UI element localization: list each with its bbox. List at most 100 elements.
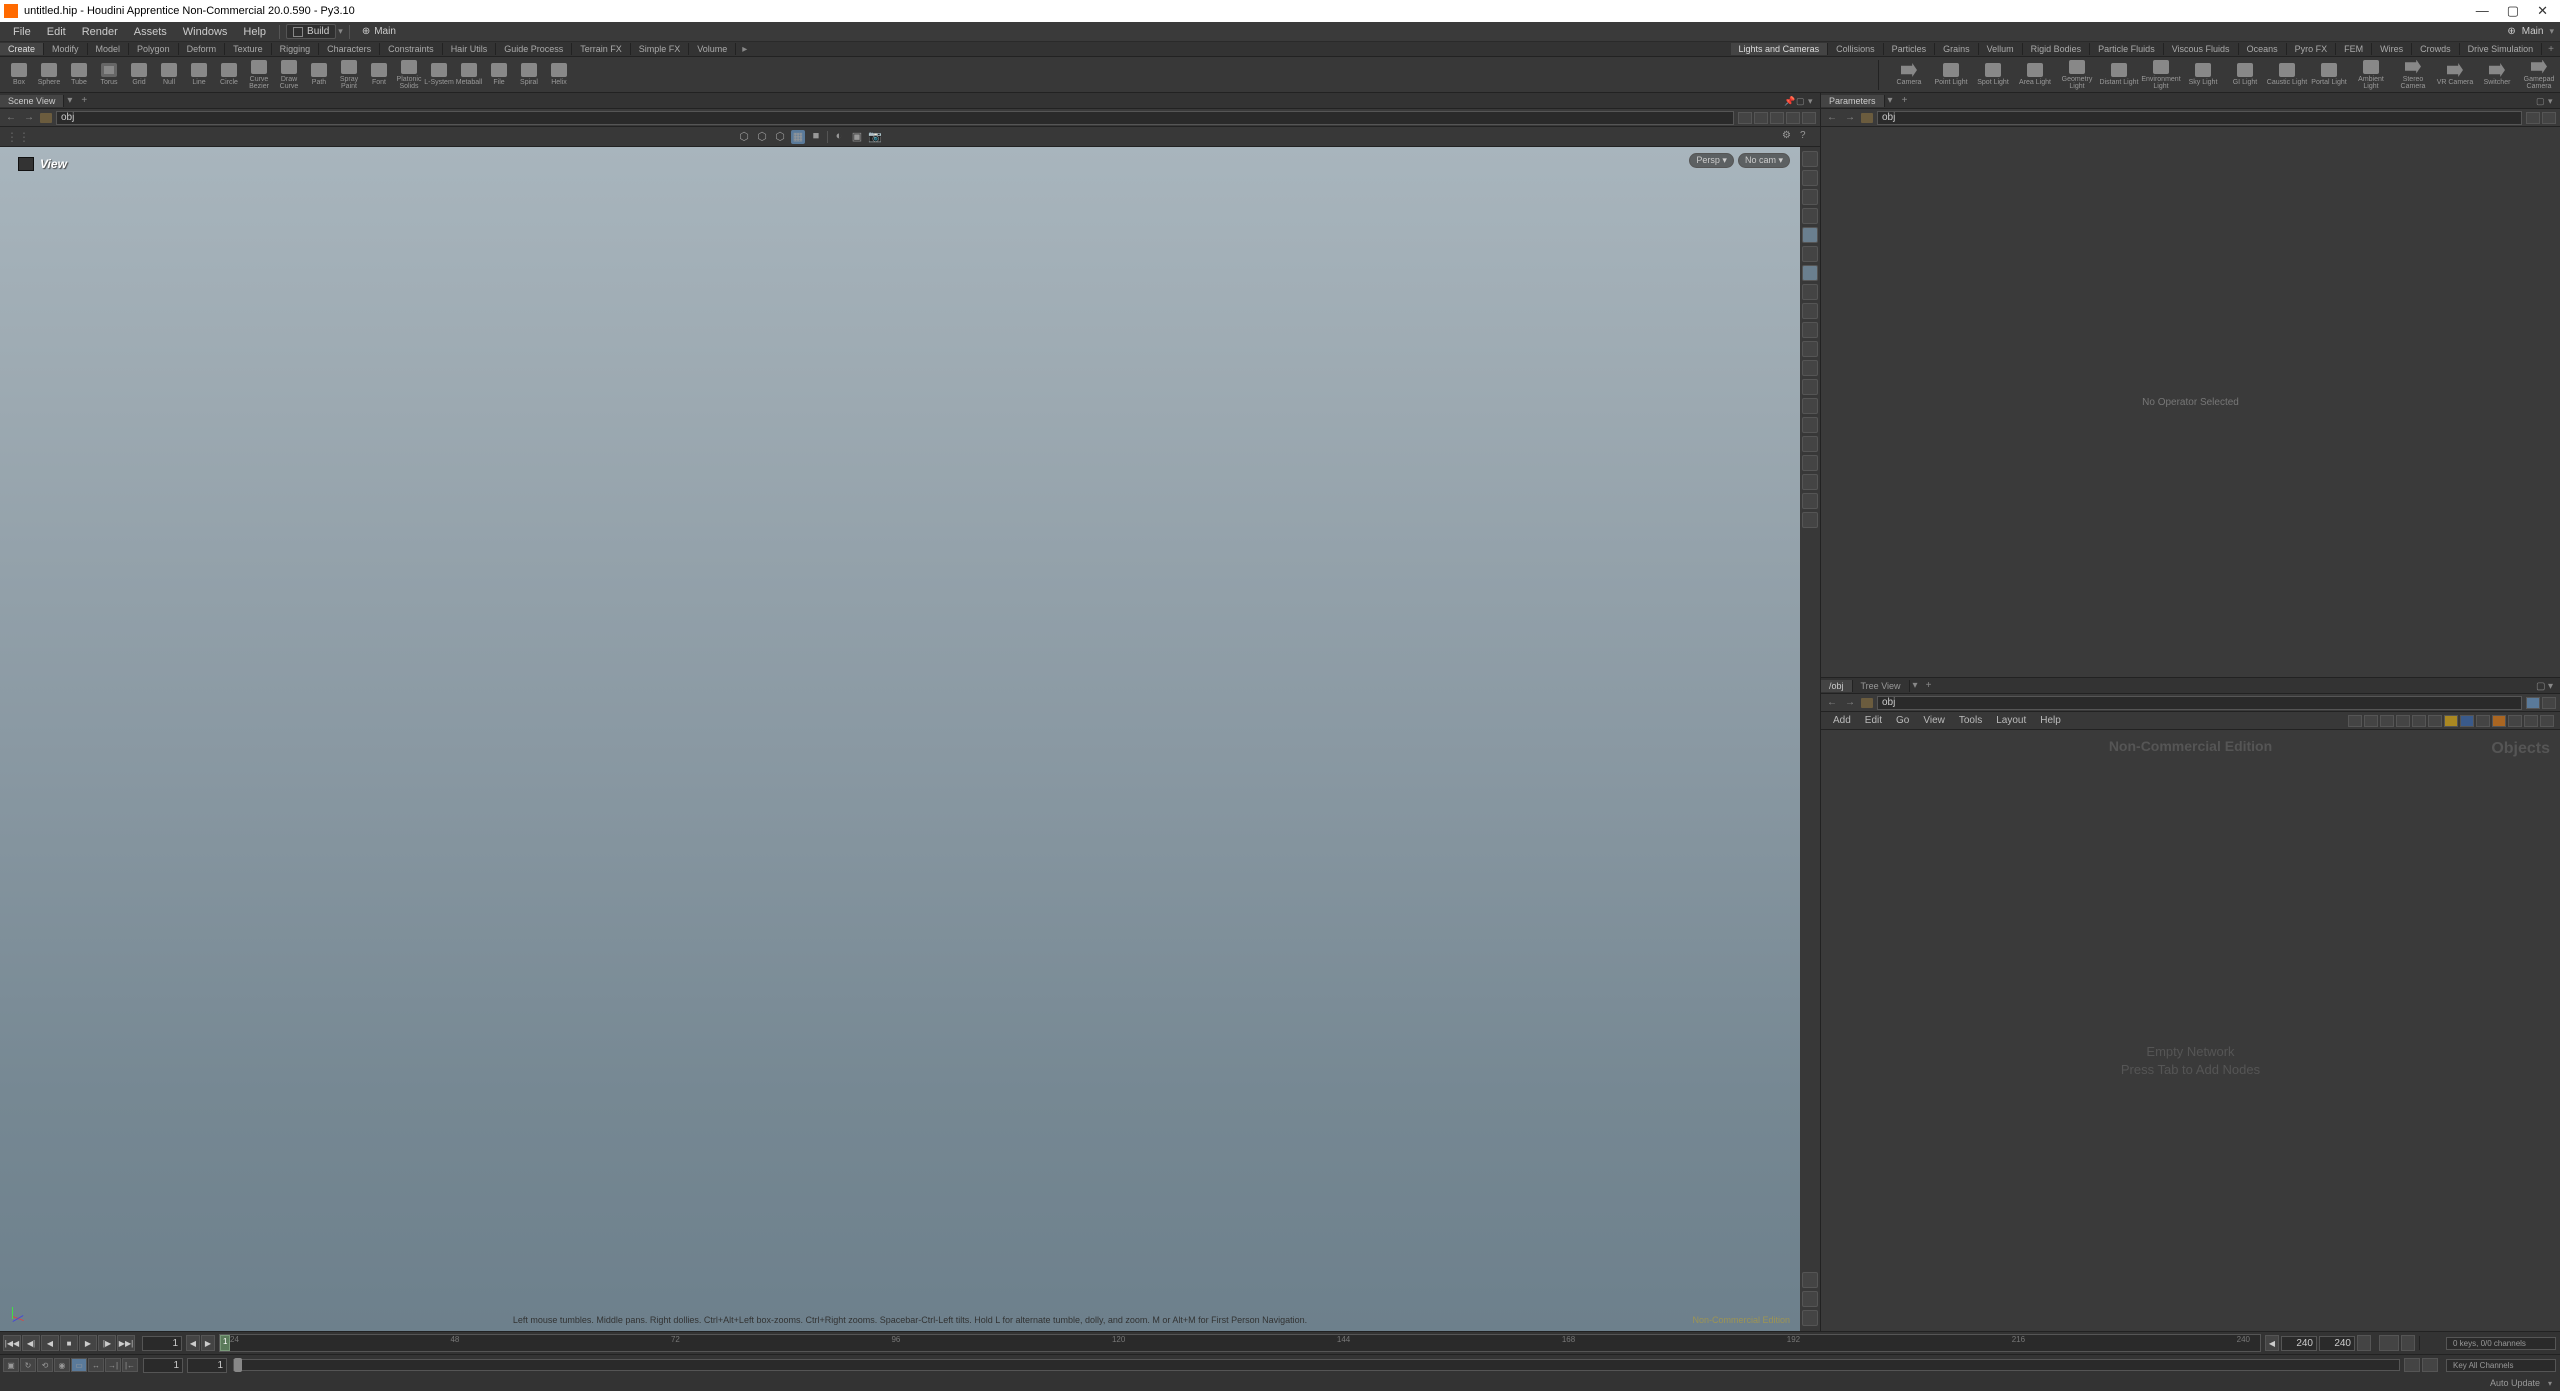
vp-tool-12[interactable]	[1802, 360, 1818, 376]
shelf-tab-rigid-bodies[interactable]: Rigid Bodies	[2023, 43, 2091, 55]
vp-tool-8[interactable]	[1802, 284, 1818, 300]
nav-back-icon[interactable]: ←	[4, 112, 18, 123]
net-btn-1[interactable]	[2348, 715, 2362, 727]
param-path-input[interactable]	[1877, 111, 2522, 125]
shelf-tool-stereo-camera[interactable]: Stereo Camera	[2392, 58, 2434, 92]
play-fwd-button[interactable]: ▶	[79, 1335, 97, 1351]
vp-tool-2[interactable]	[1802, 170, 1818, 186]
net-btn-8[interactable]	[2508, 715, 2522, 727]
vp-tool-1[interactable]	[1802, 151, 1818, 167]
path-chevron-icon[interactable]	[1738, 112, 1752, 124]
vp-grid-icon[interactable]	[1802, 1291, 1818, 1307]
net-menu-go[interactable]: Go	[1890, 714, 1915, 727]
shelf-add-icon[interactable]: +	[2542, 44, 2560, 55]
shelf-tab-lights-and-cameras[interactable]: Lights and Cameras	[1731, 43, 1829, 55]
net-pane-max-icon[interactable]: ▢	[2536, 681, 2546, 691]
vp-tool-14[interactable]	[1802, 398, 1818, 414]
anim-gear-icon[interactable]	[2424, 1336, 2438, 1350]
shelf-tool-draw-curve[interactable]: Draw Curve	[274, 58, 304, 92]
vp-tool-16[interactable]	[1802, 436, 1818, 452]
ch-btn-2[interactable]: ↻	[20, 1358, 36, 1372]
shelf-tool-sky-light[interactable]: Sky Light	[2182, 58, 2224, 92]
shelf-tool-vr-camera[interactable]: VR Camera	[2434, 58, 2476, 92]
shelf-tab-crowds[interactable]: Crowds	[2412, 43, 2460, 55]
net-gear-icon[interactable]	[2540, 715, 2554, 727]
shelf-tool-spiral[interactable]: Spiral	[514, 58, 544, 92]
vp-tool-18[interactable]	[1802, 474, 1818, 490]
snap-point-icon[interactable]: ⬡	[737, 130, 751, 144]
radial-chevron-icon[interactable]: ▾	[2549, 26, 2554, 37]
ch-end-1[interactable]	[2404, 1358, 2420, 1372]
param-nav-back-icon[interactable]: ←	[1825, 112, 1839, 123]
shelf-tab-terrain-fx[interactable]: Terrain FX	[572, 43, 631, 55]
shelf-tool-box[interactable]: Box	[4, 58, 34, 92]
ch-btn-7[interactable]: →|	[105, 1358, 121, 1372]
shelf-tool-portal-light[interactable]: Portal Light	[2308, 58, 2350, 92]
loop-button[interactable]	[2379, 1335, 2399, 1351]
ch-btn-3[interactable]: ⟲	[37, 1358, 53, 1372]
shelf-tab-hair-utils[interactable]: Hair Utils	[443, 43, 497, 55]
shelf-tool-spot-light[interactable]: Spot Light	[1972, 58, 2014, 92]
current-frame-input[interactable]	[142, 1336, 182, 1351]
tab-chevron-icon[interactable]: ▾	[1885, 95, 1896, 106]
shelf-tool-switcher[interactable]: Switcher	[2476, 58, 2518, 92]
minimize-button[interactable]: —	[2476, 3, 2489, 19]
snap-toggle-icon[interactable]: ■	[809, 130, 823, 144]
viewport-3d[interactable]: View Persp ▾ No cam ▾	[0, 147, 1820, 1331]
shelf-tab-polygon[interactable]: Polygon	[129, 43, 179, 55]
shelf-tool-spray-paint[interactable]: Spray Paint	[334, 58, 364, 92]
drag-handle-icon[interactable]: ⋮⋮	[6, 130, 30, 144]
tab-scene-view[interactable]: Scene View	[0, 95, 64, 107]
net-tab-add[interactable]: +	[1921, 680, 1937, 691]
shelf-tool-gi-light[interactable]: GI Light	[2224, 58, 2266, 92]
shelf-tab-wires[interactable]: Wires	[2372, 43, 2412, 55]
shelf-tool-distant-light[interactable]: Distant Light	[2098, 58, 2140, 92]
net-menu-help[interactable]: Help	[2034, 714, 2067, 727]
network-path-input[interactable]	[1877, 696, 2522, 710]
ch-btn-8[interactable]: |←	[122, 1358, 138, 1372]
vp-info-icon[interactable]	[1802, 1272, 1818, 1288]
shelf-tool-area-light[interactable]: Area Light	[2014, 58, 2056, 92]
param-link-button[interactable]	[2542, 112, 2556, 124]
play-first-button[interactable]: |◀◀	[3, 1335, 21, 1351]
param-pane-max-icon[interactable]: ▢	[2536, 96, 2546, 106]
shelf-tab-viscous-fluids[interactable]: Viscous Fluids	[2164, 43, 2239, 55]
camera-selector[interactable]: No cam ▾	[1738, 153, 1790, 168]
tab-network-obj[interactable]: /obj	[1821, 680, 1853, 692]
shelf-tool-caustic-light[interactable]: Caustic Light	[2266, 58, 2308, 92]
vp-tool-11[interactable]	[1802, 341, 1818, 357]
range-start-input[interactable]	[143, 1358, 183, 1373]
shelf-tab-collisions[interactable]: Collisions	[1828, 43, 1884, 55]
vp-tool-13[interactable]	[1802, 379, 1818, 395]
vp-tool-20[interactable]	[1802, 512, 1818, 528]
tab-tree-view[interactable]: Tree View	[1853, 680, 1910, 692]
channel-slider[interactable]	[233, 1359, 2400, 1371]
menu-help[interactable]: Help	[236, 24, 273, 40]
timeline-track[interactable]: 1 24487296120144168192216240	[219, 1334, 2261, 1352]
scene-path-input[interactable]	[56, 111, 1734, 125]
path-expand-button[interactable]	[1802, 112, 1816, 124]
shelf-tool-file[interactable]: File	[484, 58, 514, 92]
play-stop-button[interactable]: ■	[60, 1335, 78, 1351]
shelf-tab-deform[interactable]: Deform	[179, 43, 226, 55]
net-btn-5[interactable]	[2412, 715, 2426, 727]
net-menu-add[interactable]: Add	[1827, 714, 1857, 727]
shelf-tab-create[interactable]: Create	[0, 43, 44, 55]
ch-end-2[interactable]	[2422, 1358, 2438, 1372]
shelf-tool-point-light[interactable]: Point Light	[1930, 58, 1972, 92]
shelf-tab-drive-simulation[interactable]: Drive Simulation	[2460, 43, 2543, 55]
shelf-tab-oceans[interactable]: Oceans	[2239, 43, 2287, 55]
shelf-tab-constraints[interactable]: Constraints	[380, 43, 443, 55]
pane-menu-icon[interactable]: ▾	[1808, 96, 1818, 106]
shelf-tool-curve-bezier[interactable]: Curve Bezier	[244, 58, 274, 92]
vp-tool-19[interactable]	[1802, 493, 1818, 509]
vp-tool-15[interactable]	[1802, 417, 1818, 433]
tab-chevron-icon[interactable]: ▾	[64, 95, 75, 106]
menu-edit[interactable]: Edit	[40, 24, 73, 40]
maximize-button[interactable]: ▢	[2507, 3, 2519, 19]
desktop-chevron-icon[interactable]: ▾	[338, 26, 343, 37]
shelf-tool-path[interactable]: Path	[304, 58, 334, 92]
viewport-help-icon[interactable]: ?	[1800, 130, 1814, 144]
net-btn-4[interactable]	[2396, 715, 2410, 727]
shelf-tool-line[interactable]: Line	[184, 58, 214, 92]
